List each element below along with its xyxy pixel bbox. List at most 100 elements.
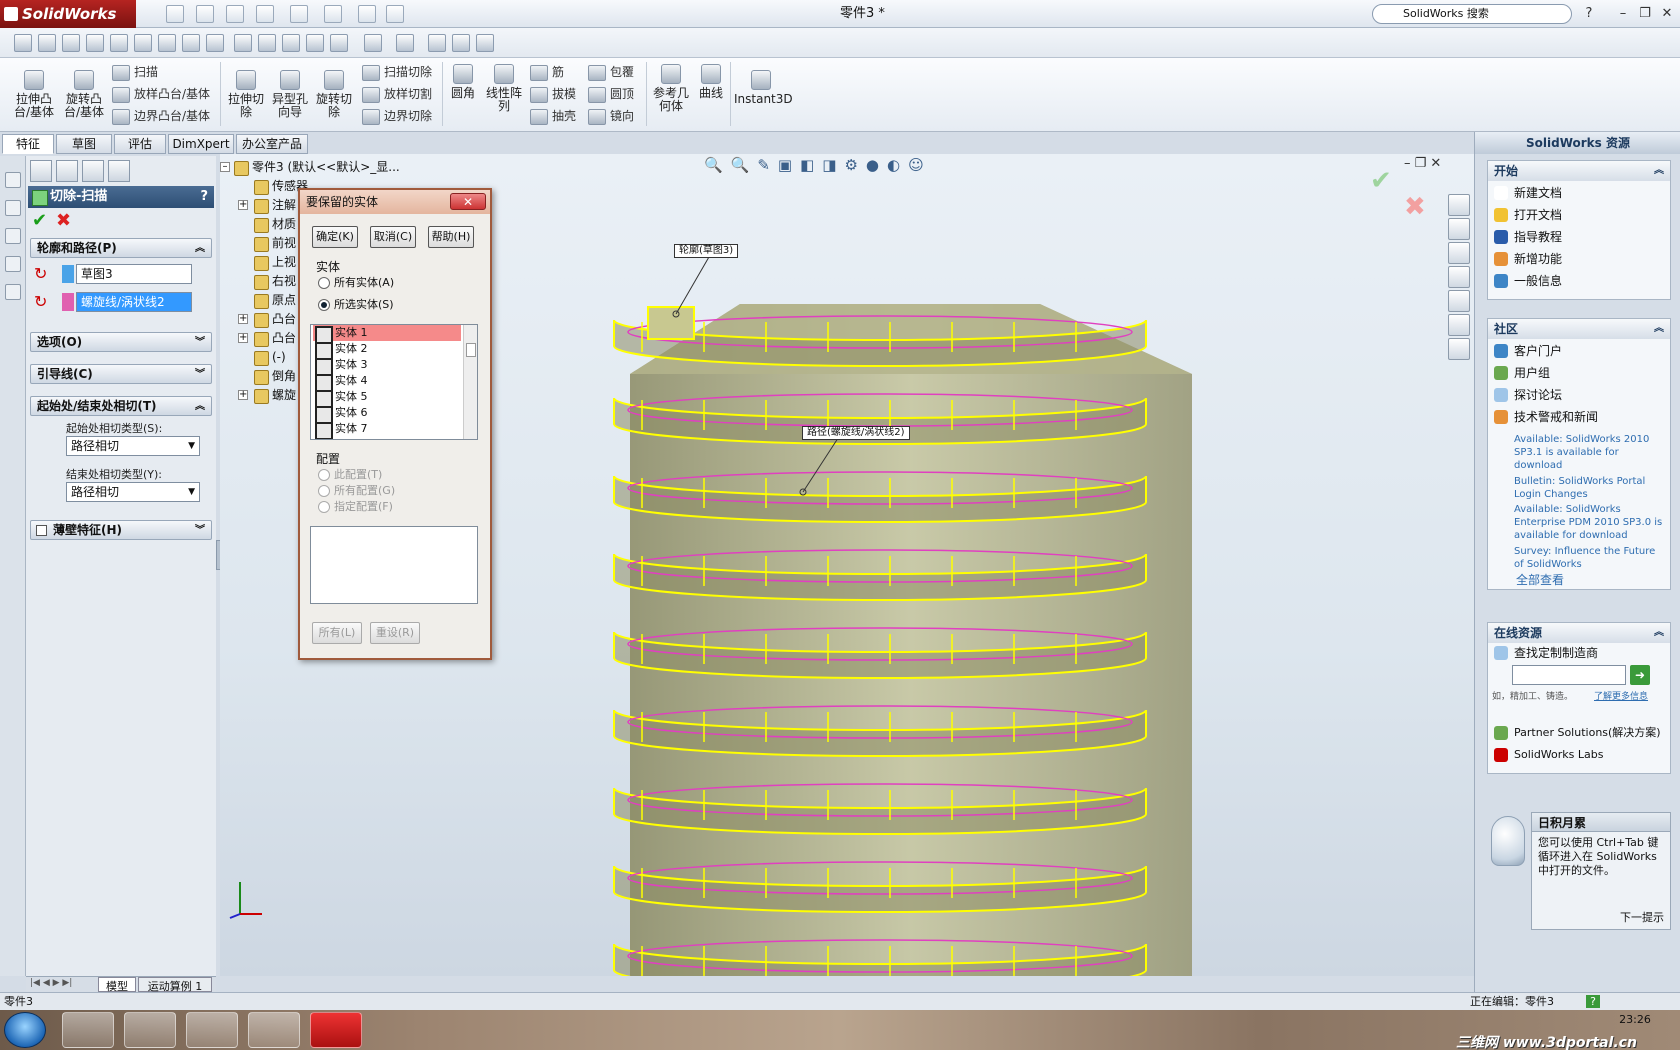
tool-icon[interactable]	[258, 34, 276, 52]
property-manager-tab[interactable]	[56, 160, 78, 182]
tab-sketch[interactable]: 草图	[56, 134, 112, 154]
clock[interactable]: 23:26	[1600, 1013, 1670, 1026]
tool-icon[interactable]	[364, 34, 382, 52]
restore-button[interactable]: ❐	[1636, 6, 1654, 22]
path-field[interactable]: 螺旋线/涡状线2	[76, 292, 192, 312]
hole-wizard-button[interactable]: 异型孔 向导	[270, 70, 310, 119]
tool-icon[interactable]	[62, 34, 80, 52]
forum-link[interactable]: 探讨论坛	[1494, 387, 1562, 403]
minimize-button[interactable]: –	[1614, 6, 1632, 22]
profile-field[interactable]: 草图3	[76, 264, 192, 284]
tutorials-link[interactable]: 指导教程	[1494, 229, 1562, 245]
tool-icon[interactable]	[5, 228, 21, 244]
wrap-button[interactable]: 包覆	[588, 64, 634, 81]
tool-icon[interactable]	[182, 34, 200, 52]
loft-cut-button[interactable]: 放样切割	[362, 86, 432, 103]
help-button[interactable]: 帮助(H)	[428, 226, 474, 248]
start-button[interactable]	[4, 1012, 46, 1048]
news-link[interactable]: Survey: Influence the Future of SolidWor…	[1514, 545, 1664, 571]
tab-model[interactable]: 模型	[98, 977, 136, 993]
appearances-icon[interactable]	[1448, 314, 1470, 336]
ok-button[interactable]: 确定(K)	[312, 226, 358, 248]
list-item[interactable]: 实体 2	[313, 341, 461, 360]
list-item[interactable]: 实体 1	[313, 325, 461, 344]
profile-callout[interactable]: 轮廓(草图3)	[674, 244, 739, 258]
app-taskbar-icon[interactable]	[248, 1012, 300, 1048]
options-group[interactable]: 选项(O) ︾	[30, 332, 212, 352]
guide-curves-group[interactable]: 引导线(C) ︾	[30, 364, 212, 384]
tool-icon[interactable]	[134, 34, 152, 52]
reference-geometry-button[interactable]: 参考几 何体	[652, 64, 690, 113]
config-list[interactable]	[310, 526, 478, 604]
tool-icon[interactable]	[428, 34, 446, 52]
scroll-thumb[interactable]	[466, 343, 476, 357]
options-icon[interactable]	[386, 5, 404, 23]
list-item[interactable]: 实体 5	[313, 389, 461, 408]
fillet-button[interactable]: 圆角	[448, 64, 478, 100]
dome-button[interactable]: 圆顶	[588, 86, 634, 103]
dimxpert-manager-tab[interactable]	[108, 160, 130, 182]
mirror-button[interactable]: 镜向	[588, 108, 634, 125]
open-doc-icon[interactable]	[196, 5, 214, 23]
rib-button[interactable]: 筋	[530, 64, 564, 81]
ok-button[interactable]: ✔	[32, 210, 47, 231]
tool-icon[interactable]	[38, 34, 56, 52]
loft-boss-button[interactable]: 放样凸台/基体	[112, 86, 210, 103]
list-item[interactable]: 实体 6	[313, 405, 461, 424]
tool-icon[interactable]	[206, 34, 224, 52]
solidworks-taskbar-icon[interactable]	[310, 1012, 362, 1048]
select-icon[interactable]	[324, 5, 342, 23]
solidworks-labs-link[interactable]: SolidWorks Labs	[1494, 747, 1603, 763]
tool-icon[interactable]	[5, 256, 21, 272]
tool-icon[interactable]	[476, 34, 494, 52]
save-icon[interactable]	[226, 5, 244, 23]
spellcheck-icon[interactable]	[14, 34, 32, 52]
curves-button[interactable]: 曲线	[696, 64, 726, 100]
view-all-link[interactable]: 全部查看	[1516, 571, 1564, 588]
extrude-cut-button[interactable]: 拉伸切 除	[226, 70, 266, 119]
close-button[interactable]: ✕	[1658, 6, 1676, 22]
thin-feature-checkbox[interactable]	[36, 525, 47, 536]
specified-configs-radio[interactable]: 指定配置(F)	[318, 500, 393, 514]
tool-icon[interactable]	[234, 34, 252, 52]
section-header[interactable]: 开始 ︽	[1488, 161, 1670, 181]
path-callout[interactable]: 路径(螺旋线/涡状线2)	[802, 426, 910, 440]
new-document-link[interactable]: 新建文档	[1494, 185, 1562, 201]
tool-icon[interactable]	[86, 34, 104, 52]
go-arrow-icon[interactable]: ➜	[1630, 665, 1650, 685]
draft-button[interactable]: 拔模	[530, 86, 576, 103]
boundary-boss-button[interactable]: 边界凸台/基体	[112, 108, 210, 125]
solidworks-logo[interactable]: SolidWorks	[0, 0, 136, 28]
profile-path-group[interactable]: 轮廓和路径(P) ︽	[30, 238, 212, 258]
user-groups-link[interactable]: 用户组	[1494, 365, 1550, 381]
home-icon[interactable]	[1448, 194, 1470, 216]
tab-motion-study[interactable]: 运动算例 1	[138, 977, 212, 993]
revolve-cut-button[interactable]: 旋转切 除	[314, 70, 354, 119]
revolve-boss-button[interactable]: 旋转凸 台/基体	[62, 70, 106, 119]
news-link[interactable]: Bulletin: SolidWorks Portal Login Change…	[1514, 475, 1664, 501]
next-tip-link[interactable]: 下一提示	[1620, 911, 1664, 925]
media-player-taskbar-icon[interactable]	[186, 1012, 238, 1048]
sum-icon[interactable]	[158, 34, 176, 52]
design-library-icon[interactable]	[1448, 218, 1470, 240]
help-icon[interactable]: ?	[200, 186, 208, 208]
ie-taskbar-icon[interactable]	[62, 1012, 114, 1048]
help-icon[interactable]: ?	[1580, 6, 1598, 22]
tab-dimxpert[interactable]: DimXpert	[168, 134, 234, 154]
tab-evaluate[interactable]: 评估	[114, 134, 166, 154]
tab-features[interactable]: 特征	[2, 134, 54, 154]
dialog-close-button[interactable]: ✕	[450, 193, 486, 210]
bodies-list[interactable]: 实体 1 实体 2 实体 3 实体 4 实体 5 实体 6 实体 7	[310, 324, 478, 440]
tool-icon[interactable]	[5, 200, 21, 216]
end-tangency-select[interactable]: 路径相切	[66, 482, 200, 502]
open-document-link[interactable]: 打开文档	[1494, 207, 1562, 223]
explorer-taskbar-icon[interactable]	[124, 1012, 176, 1048]
shell-button[interactable]: 抽壳	[530, 108, 576, 125]
configuration-manager-tab[interactable]	[82, 160, 104, 182]
tech-alerts-link[interactable]: 技术警戒和新闻	[1494, 409, 1598, 425]
tool-icon[interactable]	[452, 34, 470, 52]
nav-arrows[interactable]: |◀ ◀ ▶ ▶|	[30, 978, 72, 988]
new-doc-icon[interactable]	[166, 5, 184, 23]
start-tangency-select[interactable]: 路径相切	[66, 436, 200, 456]
partner-solutions-link[interactable]: Partner Solutions(解决方案)	[1494, 725, 1661, 741]
